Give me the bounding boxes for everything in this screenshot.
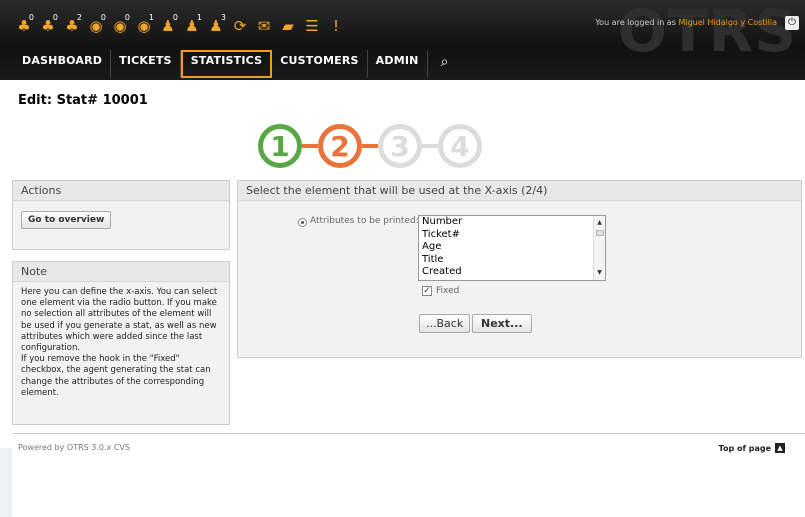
nav-tickets[interactable]: TICKETS [111, 50, 181, 78]
nav-admin[interactable]: ADMIN [368, 50, 428, 78]
watched-tickets-all-icon[interactable]: ◉ 1 [132, 13, 156, 36]
refresh-icon-glyph: ⟳ [233, 16, 247, 35]
fixed-checkbox[interactable]: ✓ [422, 286, 432, 296]
attribute-option[interactable]: Ticket# [419, 229, 605, 242]
toolbar-count: 0 [28, 13, 34, 22]
toolbar-count: 3 [220, 13, 226, 22]
list-icon-glyph: ☰ [305, 16, 319, 35]
user-name-link[interactable]: Miguel Hidalgo y Costilla [678, 18, 777, 27]
back-button[interactable]: ...Back [419, 314, 471, 333]
attribute-option[interactable]: Number [419, 216, 605, 229]
locked-tickets-all-icon[interactable]: ♣ 2 [60, 13, 84, 36]
step-connector [362, 144, 378, 148]
responsible-tickets-reminder-icon[interactable]: ♟ 1 [180, 13, 204, 36]
actions-panel: Actions Go to overview [12, 180, 230, 250]
refresh-icon[interactable]: ⟳ [228, 16, 252, 36]
fixed-label: Fixed [436, 286, 460, 296]
step-4: 4 [438, 124, 482, 168]
folder-icon[interactable]: ▰ [276, 16, 300, 36]
locked-tickets-reminder-icon[interactable]: ♣ 0 [36, 13, 60, 36]
listbox-scrollbar[interactable]: ▲ ▼ [593, 216, 605, 280]
arrow-up-icon[interactable]: ▲ [775, 443, 785, 453]
step-1: 1 [258, 124, 302, 168]
responsible-tickets-new-icon[interactable]: ♟ 0 [156, 13, 180, 36]
toolbar-count: 2 [76, 13, 82, 22]
step-2: 2 [318, 124, 362, 168]
note-text: Here you can define the x-axis. You can … [21, 287, 218, 398]
side-strip [0, 448, 12, 517]
note-panel: Note Here you can define the x-axis. You… [12, 261, 230, 425]
header-bar: OTRS ♣ 0 ♣ 0 ♣ 2 ◉ 0 ◉ 0 ◉ 1 ♟ 0 ♟ 1 ♟ 3 ⟳ ✉ ▰ ☰! You are log… [0, 0, 805, 80]
step-connector [302, 144, 318, 148]
logout-icon[interactable]: ⏻ [785, 16, 799, 30]
next-button[interactable]: Next... [472, 314, 532, 333]
list-icon[interactable]: ☰ [300, 16, 324, 36]
new-email-ticket-icon[interactable]: ✉ [252, 16, 276, 36]
note-title: Note [13, 262, 229, 282]
nav-statistics[interactable]: STATISTICS [180, 50, 273, 78]
toolbar: ♣ 0 ♣ 0 ♣ 2 ◉ 0 ◉ 0 ◉ 1 ♟ 0 ♟ 1 ♟ 3 ⟳ ✉ ▰ ☰! [12, 13, 348, 36]
scroll-thumb[interactable] [596, 230, 604, 236]
main-nav: DASHBOARD TICKETS STATISTICS CUSTOMERS ADMIN… [14, 50, 462, 78]
login-info: You are logged in as Miguel Hidalgo y Co… [595, 18, 777, 27]
alert-icon-glyph: ! [332, 16, 339, 35]
login-prefix: You are logged in as [595, 18, 676, 27]
top-of-page-label[interactable]: Top of page [719, 444, 771, 453]
attribute-option[interactable]: Age [419, 241, 605, 254]
search-icon[interactable]: ⌕ [428, 50, 462, 78]
powered-by: Powered by OTRS 3.0.x CVS [18, 443, 130, 452]
page-title: Edit: Stat# 10001 [18, 93, 148, 108]
xaxis-panel: Select the element that will be used at … [237, 180, 802, 358]
new-email-ticket-icon-glyph: ✉ [257, 16, 271, 35]
footer-divider [12, 433, 805, 434]
attribute-option[interactable]: Created [419, 266, 605, 279]
step-3: 3 [378, 124, 422, 168]
watched-tickets-reminder-icon[interactable]: ◉ 0 [108, 13, 132, 36]
step-connector [422, 144, 438, 148]
toolbar-count: 0 [100, 13, 106, 22]
wizard-steps: 1234 [258, 120, 482, 172]
attributes-listbox[interactable]: ▲ ▼ Number Ticket# Age Title Created [418, 215, 606, 281]
nav-dashboard[interactable]: DASHBOARD [14, 50, 112, 78]
responsible-tickets-all-icon[interactable]: ♟ 3 [204, 13, 228, 36]
go-to-overview-button[interactable]: Go to overview [21, 211, 112, 229]
xaxis-panel-title: Select the element that will be used at … [238, 181, 801, 201]
folder-icon-glyph: ▰ [282, 16, 294, 35]
top-of-page-link[interactable]: Top of page ▲ [719, 443, 785, 453]
toolbar-count: 0 [52, 13, 58, 22]
actions-title: Actions [13, 181, 229, 201]
toolbar-count: 0 [172, 13, 178, 22]
watched-tickets-new-icon[interactable]: ◉ 0 [84, 13, 108, 36]
attribute-option[interactable]: Title [419, 254, 605, 267]
attributes-label: Attributes to be printed: [310, 216, 419, 226]
toolbar-count: 1 [196, 13, 202, 22]
otrs-logo: OTRS [617, 0, 797, 65]
alert-icon[interactable]: ! [324, 16, 348, 36]
attributes-radio[interactable] [298, 218, 307, 227]
toolbar-count: 0 [124, 13, 130, 22]
toolbar-count: 1 [148, 13, 154, 22]
scroll-up-icon[interactable]: ▲ [594, 218, 605, 228]
scroll-down-icon[interactable]: ▼ [594, 268, 605, 278]
locked-tickets-new-icon[interactable]: ♣ 0 [12, 13, 36, 36]
nav-customers[interactable]: CUSTOMERS [272, 50, 368, 78]
